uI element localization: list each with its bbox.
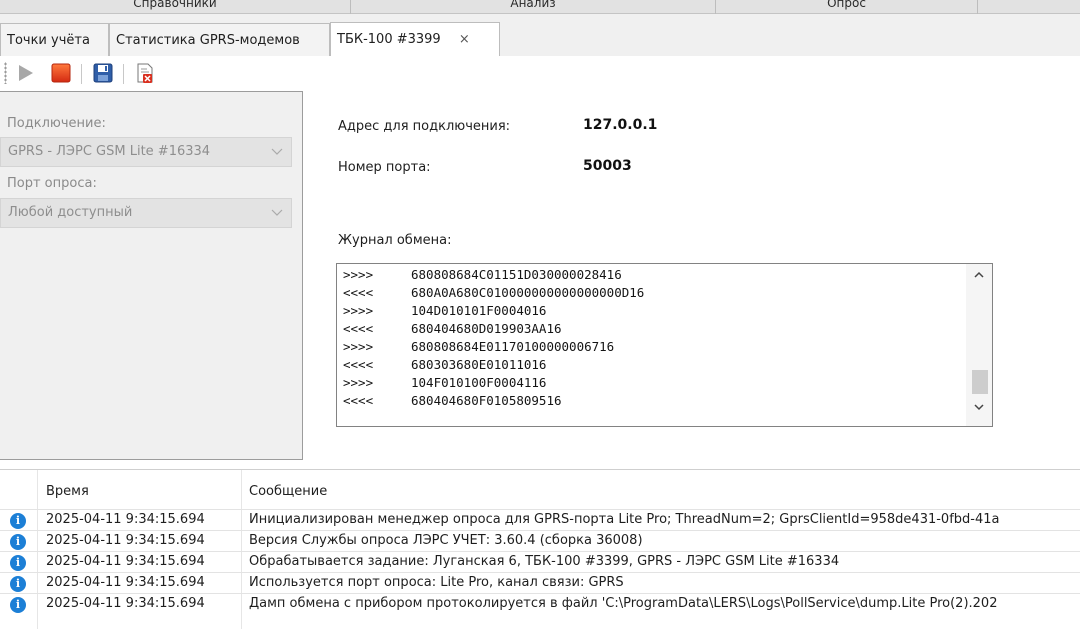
connection-select[interactable]: GPRS - ЛЭРС GSM Lite #16334 — [0, 137, 292, 167]
save-icon[interactable] — [92, 62, 114, 84]
log-line: <<<< 680303680E01011016 — [343, 357, 547, 372]
toolbar-separator — [81, 64, 82, 84]
scroll-down-icon[interactable] — [966, 400, 992, 422]
info-icon: i — [10, 513, 26, 529]
column-header-message[interactable]: Сообщение — [249, 484, 327, 499]
messages-grid: Время Сообщение i 2025-04-11 9:34:15.694… — [0, 470, 1080, 629]
table-row[interactable]: i 2025-04-11 9:34:15.694 Дамп обмена с п… — [0, 593, 1080, 614]
log-line: >>>> 680808684E01170100000006716 — [343, 339, 615, 354]
tab-metering-points[interactable]: Точки учёта — [0, 23, 109, 57]
toolbar-grip-icon[interactable] — [4, 62, 7, 84]
poll-port-select-value: Любой доступный — [8, 205, 133, 220]
table-row[interactable]: i 2025-04-11 9:34:15.694 Инициализирован… — [0, 509, 1080, 530]
info-icon: i — [10, 597, 26, 613]
poll-port-select[interactable]: Любой доступный — [0, 198, 292, 228]
address-value: 127.0.0.1 — [583, 117, 658, 133]
tab-label: Статистика GPRS-модемов — [116, 33, 300, 48]
scroll-thumb[interactable] — [972, 370, 988, 394]
document-tabstrip: Точки учёта Статистика GPRS-модемов ТБК-… — [0, 14, 1080, 57]
row-time: 2025-04-11 9:34:15.694 — [46, 596, 205, 611]
row-message: Обрабатывается задание: Луганская 6, ТБК… — [249, 554, 840, 569]
menu-item-polling[interactable]: Опрос — [716, 0, 978, 14]
address-label: Адрес для подключения: — [338, 119, 511, 134]
row-time: 2025-04-11 9:34:15.694 — [46, 575, 205, 590]
connection-select-value: GPRS - ЛЭРС GSM Lite #16334 — [8, 144, 211, 159]
chevron-down-icon — [271, 199, 283, 237]
table-row[interactable]: i 2025-04-11 9:34:15.694 Версия Службы о… — [0, 530, 1080, 551]
log-scrollbar[interactable] — [966, 264, 992, 426]
log-line: <<<< 680404680D019903AA16 — [343, 321, 562, 336]
log-line: >>>> 680808684C01151D030000028416 — [343, 267, 622, 282]
log-line: >>>> 104F010100F0004116 — [343, 375, 547, 390]
row-message: Используется порт опроса: Lite Pro, кана… — [249, 575, 624, 590]
chevron-down-icon — [271, 138, 283, 176]
poll-port-label: Порт опроса: — [7, 176, 97, 191]
toolbar-separator — [123, 64, 124, 84]
log-line: <<<< 680404680F0105809516 — [343, 393, 562, 408]
log-line: <<<< 680A0A680C010000000000000000D16 — [343, 285, 645, 300]
port-label: Номер порта: — [338, 160, 431, 175]
delete-document-icon[interactable] — [134, 62, 156, 84]
tab-label: ТБК-100 #3399 — [337, 32, 441, 47]
tab-label: Точки учёта — [7, 33, 90, 48]
row-time: 2025-04-11 9:34:15.694 — [46, 533, 205, 548]
connection-panel: Подключение: GPRS - ЛЭРС GSM Lite #16334… — [0, 91, 303, 460]
row-time: 2025-04-11 9:34:15.694 — [46, 554, 205, 569]
row-message: Дамп обмена с прибором протоколируется в… — [249, 596, 998, 611]
row-message: Инициализирован менеджер опроса для GPRS… — [249, 512, 1000, 527]
connection-label: Подключение: — [7, 116, 106, 131]
table-row[interactable]: i 2025-04-11 9:34:15.694 Обрабатывается … — [0, 551, 1080, 572]
tab-tbk-100-3399[interactable]: ТБК-100 #3399 × — [330, 22, 500, 57]
toolbar — [0, 56, 1080, 90]
info-icon: i — [10, 534, 26, 550]
column-header-time[interactable]: Время — [46, 484, 89, 499]
row-time: 2025-04-11 9:34:15.694 — [46, 512, 205, 527]
tab-gprs-modem-stats[interactable]: Статистика GPRS-модемов — [109, 23, 330, 57]
info-icon: i — [10, 555, 26, 571]
exchange-log-label: Журнал обмена: — [338, 233, 452, 248]
port-value: 50003 — [583, 158, 632, 174]
exchange-log[interactable]: >>>> 680808684C01151D030000028416 <<<< 680… — [336, 263, 993, 427]
table-row[interactable]: i 2025-04-11 9:34:15.694 Используется по… — [0, 572, 1080, 593]
log-line: >>>> 104D010101F0004016 — [343, 303, 547, 318]
stop-icon[interactable] — [50, 62, 72, 84]
play-icon[interactable] — [14, 62, 36, 84]
main-menu-bar: Справочники Анализ Опрос — [0, 0, 1080, 14]
menu-item-references[interactable]: Справочники — [0, 0, 351, 14]
row-message: Версия Службы опроса ЛЭРС УЧЕТ: 3.60.4 (… — [249, 533, 643, 548]
scroll-up-icon[interactable] — [966, 268, 992, 290]
info-icon: i — [10, 576, 26, 592]
tab-close-icon[interactable]: × — [459, 23, 470, 57]
menu-item-analysis[interactable]: Анализ — [351, 0, 716, 14]
